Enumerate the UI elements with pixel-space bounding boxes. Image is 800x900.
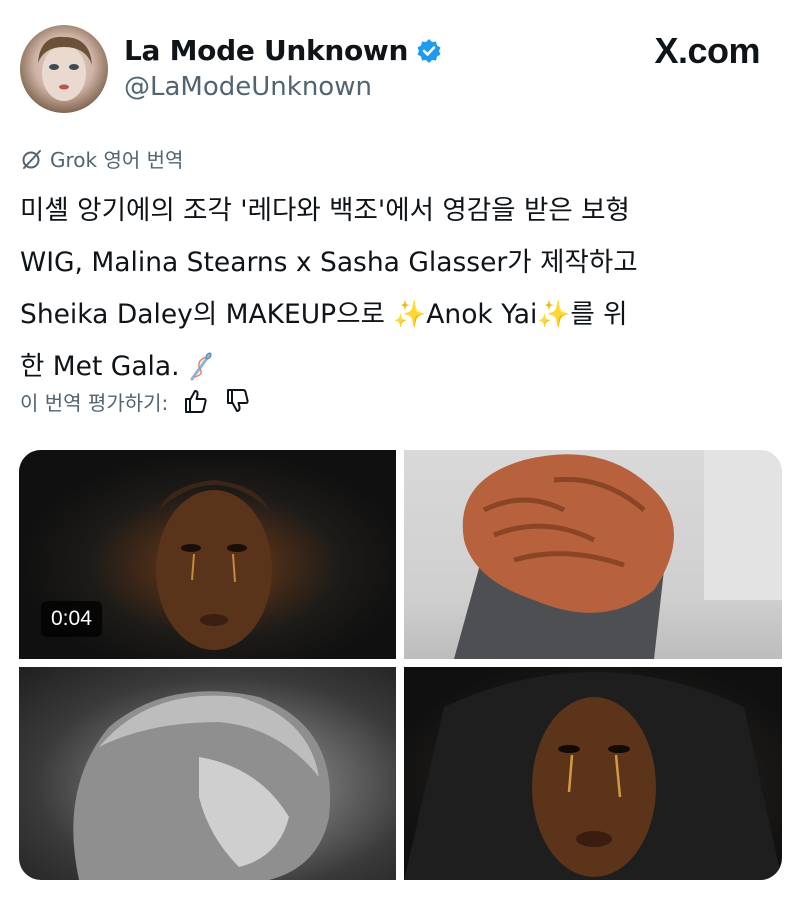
grok-icon [20,147,44,171]
met-gala-look-image[interactable] [404,667,782,880]
sparkles-emoji: ✨ [393,299,427,330]
media-grid: 0:04 [19,450,782,880]
display-name-text[interactable]: La Mode Unknown [124,34,408,67]
video-duration: 0:04 [41,601,102,637]
tweet-line-1: 미셸 앙기에의 조각 '레다와 백조'에서 영감을 받은 보형 [20,195,630,226]
leda-sculpture-image[interactable] [19,667,396,880]
verified-badge-icon [416,38,442,64]
tweet-line-2: WIG, Malina Stearns x Sasha Glasser가 제작하… [20,247,638,278]
needle-emoji [188,351,214,382]
tweet-line-3: Sheika Daley의 MAKEUP으로 ✨Anok Yai✨를 위 [20,289,790,341]
video-thumbnail[interactable]: 0:04 [19,450,396,659]
grok-translation-text: Grok 영어 번역 [50,148,184,172]
grok-translation-label: Grok 영어 번역 [20,144,183,173]
rate-translation: 이 번역 평가하기: [20,386,252,416]
tweet-line-4-text: 한 Met Gala. [20,351,180,382]
wig-sculpture-image[interactable] [404,450,782,659]
rate-translation-label: 이 번역 평가하기: [20,390,169,415]
thumbs-up-icon[interactable] [180,386,210,416]
tweet-line-3-start: Sheika Daley의 MAKEUP으로 [20,299,394,330]
user-handle[interactable]: @LaModeUnknown [124,72,372,102]
sparkles-emoji: ✨ [537,299,571,330]
thumbs-down-icon[interactable] [222,386,252,416]
mention-anok-yai: Anok Yai [426,299,538,330]
tweet-line-3-end: 를 위 [570,299,628,330]
site-logo: X.com [654,30,760,71]
tweet-text: 미셸 앙기에의 조각 '레다와 백조'에서 영감을 받은 보형 WIG, Mal… [20,185,790,393]
display-name[interactable]: La Mode Unknown [124,34,442,67]
avatar[interactable] [20,25,108,113]
